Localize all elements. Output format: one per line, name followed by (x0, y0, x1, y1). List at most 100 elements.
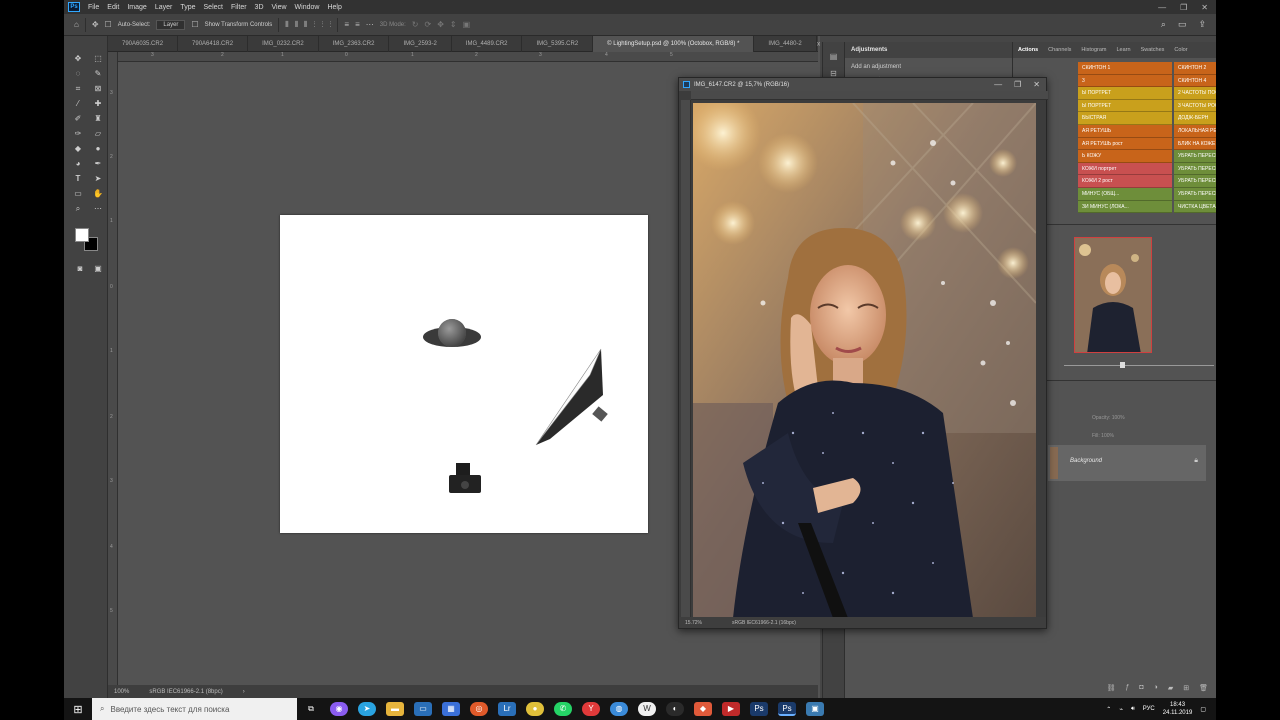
action-button[interactable]: СКИНТОН 2 (1174, 62, 1216, 75)
tab-histogram[interactable]: Histogram (1076, 47, 1111, 53)
action-button[interactable]: ЛОКАЛЬНАЯ РЕТУШЬ порт... (1174, 125, 1216, 138)
menu-select[interactable]: Select (204, 4, 223, 11)
doc-tab[interactable]: IMG_5395.CR2 (522, 35, 594, 52)
align-right-icon[interactable]: ⫴ (304, 20, 307, 30)
restore-button[interactable]: ❐ (1014, 80, 1021, 89)
menu-edit[interactable]: Edit (107, 4, 119, 11)
history-brush-tool-icon[interactable]: ✑ (70, 127, 86, 140)
tab-learn[interactable]: Learn (1111, 47, 1135, 53)
eyedropper-tool-icon[interactable]: ⁄ (70, 97, 86, 110)
action-button[interactable]: 3 ЧАСТОТЫ РОСТ (1174, 99, 1216, 113)
calendar-app-icon[interactable]: ▦ (442, 702, 460, 716)
notifications-icon[interactable]: ▢ (1200, 706, 1206, 713)
foreground-color-swatch[interactable] (75, 228, 89, 242)
taskbar-search[interactable]: ⌕ Введите здесь текст для поиска (92, 698, 297, 720)
image-viewer-icon[interactable]: ▣ (806, 702, 824, 716)
navigator-zoom-slider[interactable] (1064, 362, 1214, 368)
link-icon[interactable]: ⛓ (1107, 684, 1116, 696)
monitor-app-icon[interactable]: ▭ (414, 702, 432, 716)
language-indicator[interactable]: РУС (1143, 706, 1155, 712)
menu-layer[interactable]: Layer (155, 4, 173, 11)
workspace-icon[interactable]: ▭ (1178, 19, 1187, 30)
checkbox-icon[interactable]: ☐ (105, 20, 112, 29)
adjustments-title[interactable]: Adjustments (845, 42, 1012, 58)
browser-icon[interactable]: ◎ (470, 702, 488, 716)
portrait-photo[interactable] (693, 103, 1036, 618)
lock-icon[interactable]: 🔒︎ (1194, 457, 1198, 465)
rectangle-tool-icon[interactable]: ▭ (70, 187, 86, 200)
floating-document-window[interactable]: IMG_6147.CR2 @ 15,7% (RGB/16) — ❐ ✕ 15.7… (678, 77, 1048, 629)
menu-file[interactable]: File (88, 4, 99, 11)
action-button[interactable]: АЯ РЕТУШЬ (1078, 125, 1172, 138)
telegram-icon[interactable]: ➤ (358, 702, 376, 716)
frame-tool-icon[interactable]: ⊠ (90, 82, 106, 95)
status-arrow-icon[interactable]: › (243, 689, 245, 695)
whatsapp-icon[interactable]: ✆ (554, 702, 572, 716)
tab-swatches[interactable]: Swatches (1136, 47, 1170, 53)
share-icon[interactable]: ⇪ (1198, 19, 1206, 30)
task-view-icon[interactable]: ⧉ (302, 702, 320, 716)
octobox-icon[interactable] (535, 348, 608, 446)
3d-rotate-icon[interactable]: ↻ (412, 20, 419, 29)
3d-roll-icon[interactable]: ⟳ (424, 20, 431, 29)
lightroom-icon[interactable]: Lr (498, 702, 516, 716)
screen-mode-icon[interactable]: ▣ (90, 262, 106, 275)
app-icon[interactable]: ◆ (694, 702, 712, 716)
file-explorer-icon[interactable]: ▬ (386, 702, 404, 716)
move-tool-icon[interactable]: ✥ (92, 20, 99, 29)
lasso-tool-icon[interactable]: ◌ (70, 67, 86, 80)
doc-tab[interactable]: 790A6035.CR2 (108, 35, 179, 52)
tor-browser-icon[interactable]: ◉ (330, 702, 348, 716)
blur-tool-icon[interactable]: ● (90, 142, 106, 155)
opacity-value[interactable]: 100% (1112, 415, 1125, 421)
paint-bucket-tool-icon[interactable]: ◆ (70, 142, 86, 155)
window-titlebar[interactable]: IMG_6147.CR2 @ 15,7% (RGB/16) — ❐ ✕ (679, 78, 1046, 91)
doc-tab-active[interactable]: © LightingSetup.psd @ 100% (Octobox, RGB… (593, 35, 755, 52)
video-app-icon[interactable]: ▶ (722, 702, 740, 716)
action-button[interactable]: КОЖИ портрет (1078, 162, 1172, 176)
brush-tool-icon[interactable]: ✐ (70, 112, 86, 125)
action-button[interactable]: Ы ПОРТРЕТ (1078, 99, 1172, 113)
adjustment-layer-icon[interactable]: ◑ (1154, 684, 1158, 696)
crop-tool-icon[interactable]: ⌗ (70, 82, 86, 95)
doc-tab[interactable]: IMG_2593-2 (389, 35, 452, 52)
menu-filter[interactable]: Filter (231, 4, 247, 11)
more-tools-icon[interactable]: ⋯ (90, 202, 106, 215)
trash-icon[interactable]: 🗑︎ (1199, 684, 1208, 696)
doc-tab[interactable]: 790A6418.CR2 (178, 35, 249, 52)
action-button[interactable]: БЛИК НА КОЖЕ (1174, 137, 1216, 151)
restore-button[interactable]: ❐ (1180, 3, 1187, 12)
action-button[interactable]: МИНУС (ОБЩ... (1078, 188, 1172, 201)
layer-row-background[interactable]: Background 🔒︎ (1048, 445, 1206, 481)
quick-select-tool-icon[interactable]: ✎ (90, 67, 106, 80)
action-button[interactable]: АЯ РЕТУШЬ рост (1078, 137, 1172, 151)
layer-name[interactable]: Background (1070, 458, 1102, 464)
clock[interactable]: 18:43 24.11.2019 (1163, 701, 1193, 717)
camera-icon[interactable] (449, 463, 481, 493)
align-center-icon[interactable]: ⫴ (295, 20, 298, 30)
history-icon[interactable]: ▤ (823, 52, 844, 61)
healing-brush-tool-icon[interactable]: ✚ (90, 97, 106, 110)
action-button[interactable]: УБРАТЬ ПЕРЕСВЕТ 2 (1174, 162, 1216, 176)
photoshop-icon[interactable]: Ps (750, 702, 768, 716)
3d-scale-icon[interactable]: ▣ (463, 20, 471, 29)
menu-3d[interactable]: 3D (255, 4, 264, 11)
pen-tool-icon[interactable]: ✒ (90, 157, 106, 170)
window-zoom-level[interactable]: 15.72% (685, 620, 702, 626)
action-button[interactable]: Ь КОЖУ (1078, 150, 1172, 163)
hand-tool-icon[interactable]: ✋ (90, 187, 106, 200)
menu-view[interactable]: View (272, 4, 287, 11)
action-button[interactable]: Ы ПОРТРЕТ (1078, 87, 1172, 100)
action-button[interactable]: КОЖИ 2 рост (1078, 175, 1172, 188)
tab-color[interactable]: Color (1169, 47, 1192, 53)
fill-value[interactable]: 100% (1101, 433, 1114, 439)
app-icon[interactable]: ◐ (666, 702, 684, 716)
opacity-control[interactable]: Opacity: 100% (1092, 415, 1125, 421)
action-button[interactable]: 3 (1078, 74, 1172, 88)
document-canvas[interactable] (280, 215, 648, 533)
search-icon[interactable]: ⌕ (1161, 19, 1166, 30)
doc-tab[interactable]: IMG_2363.CR2 (319, 35, 390, 52)
close-button[interactable]: ✕ (1201, 3, 1208, 12)
distribute-icon[interactable]: ≡ (355, 20, 360, 29)
action-button[interactable]: ДОДЖ-БЕРН (1174, 112, 1216, 125)
